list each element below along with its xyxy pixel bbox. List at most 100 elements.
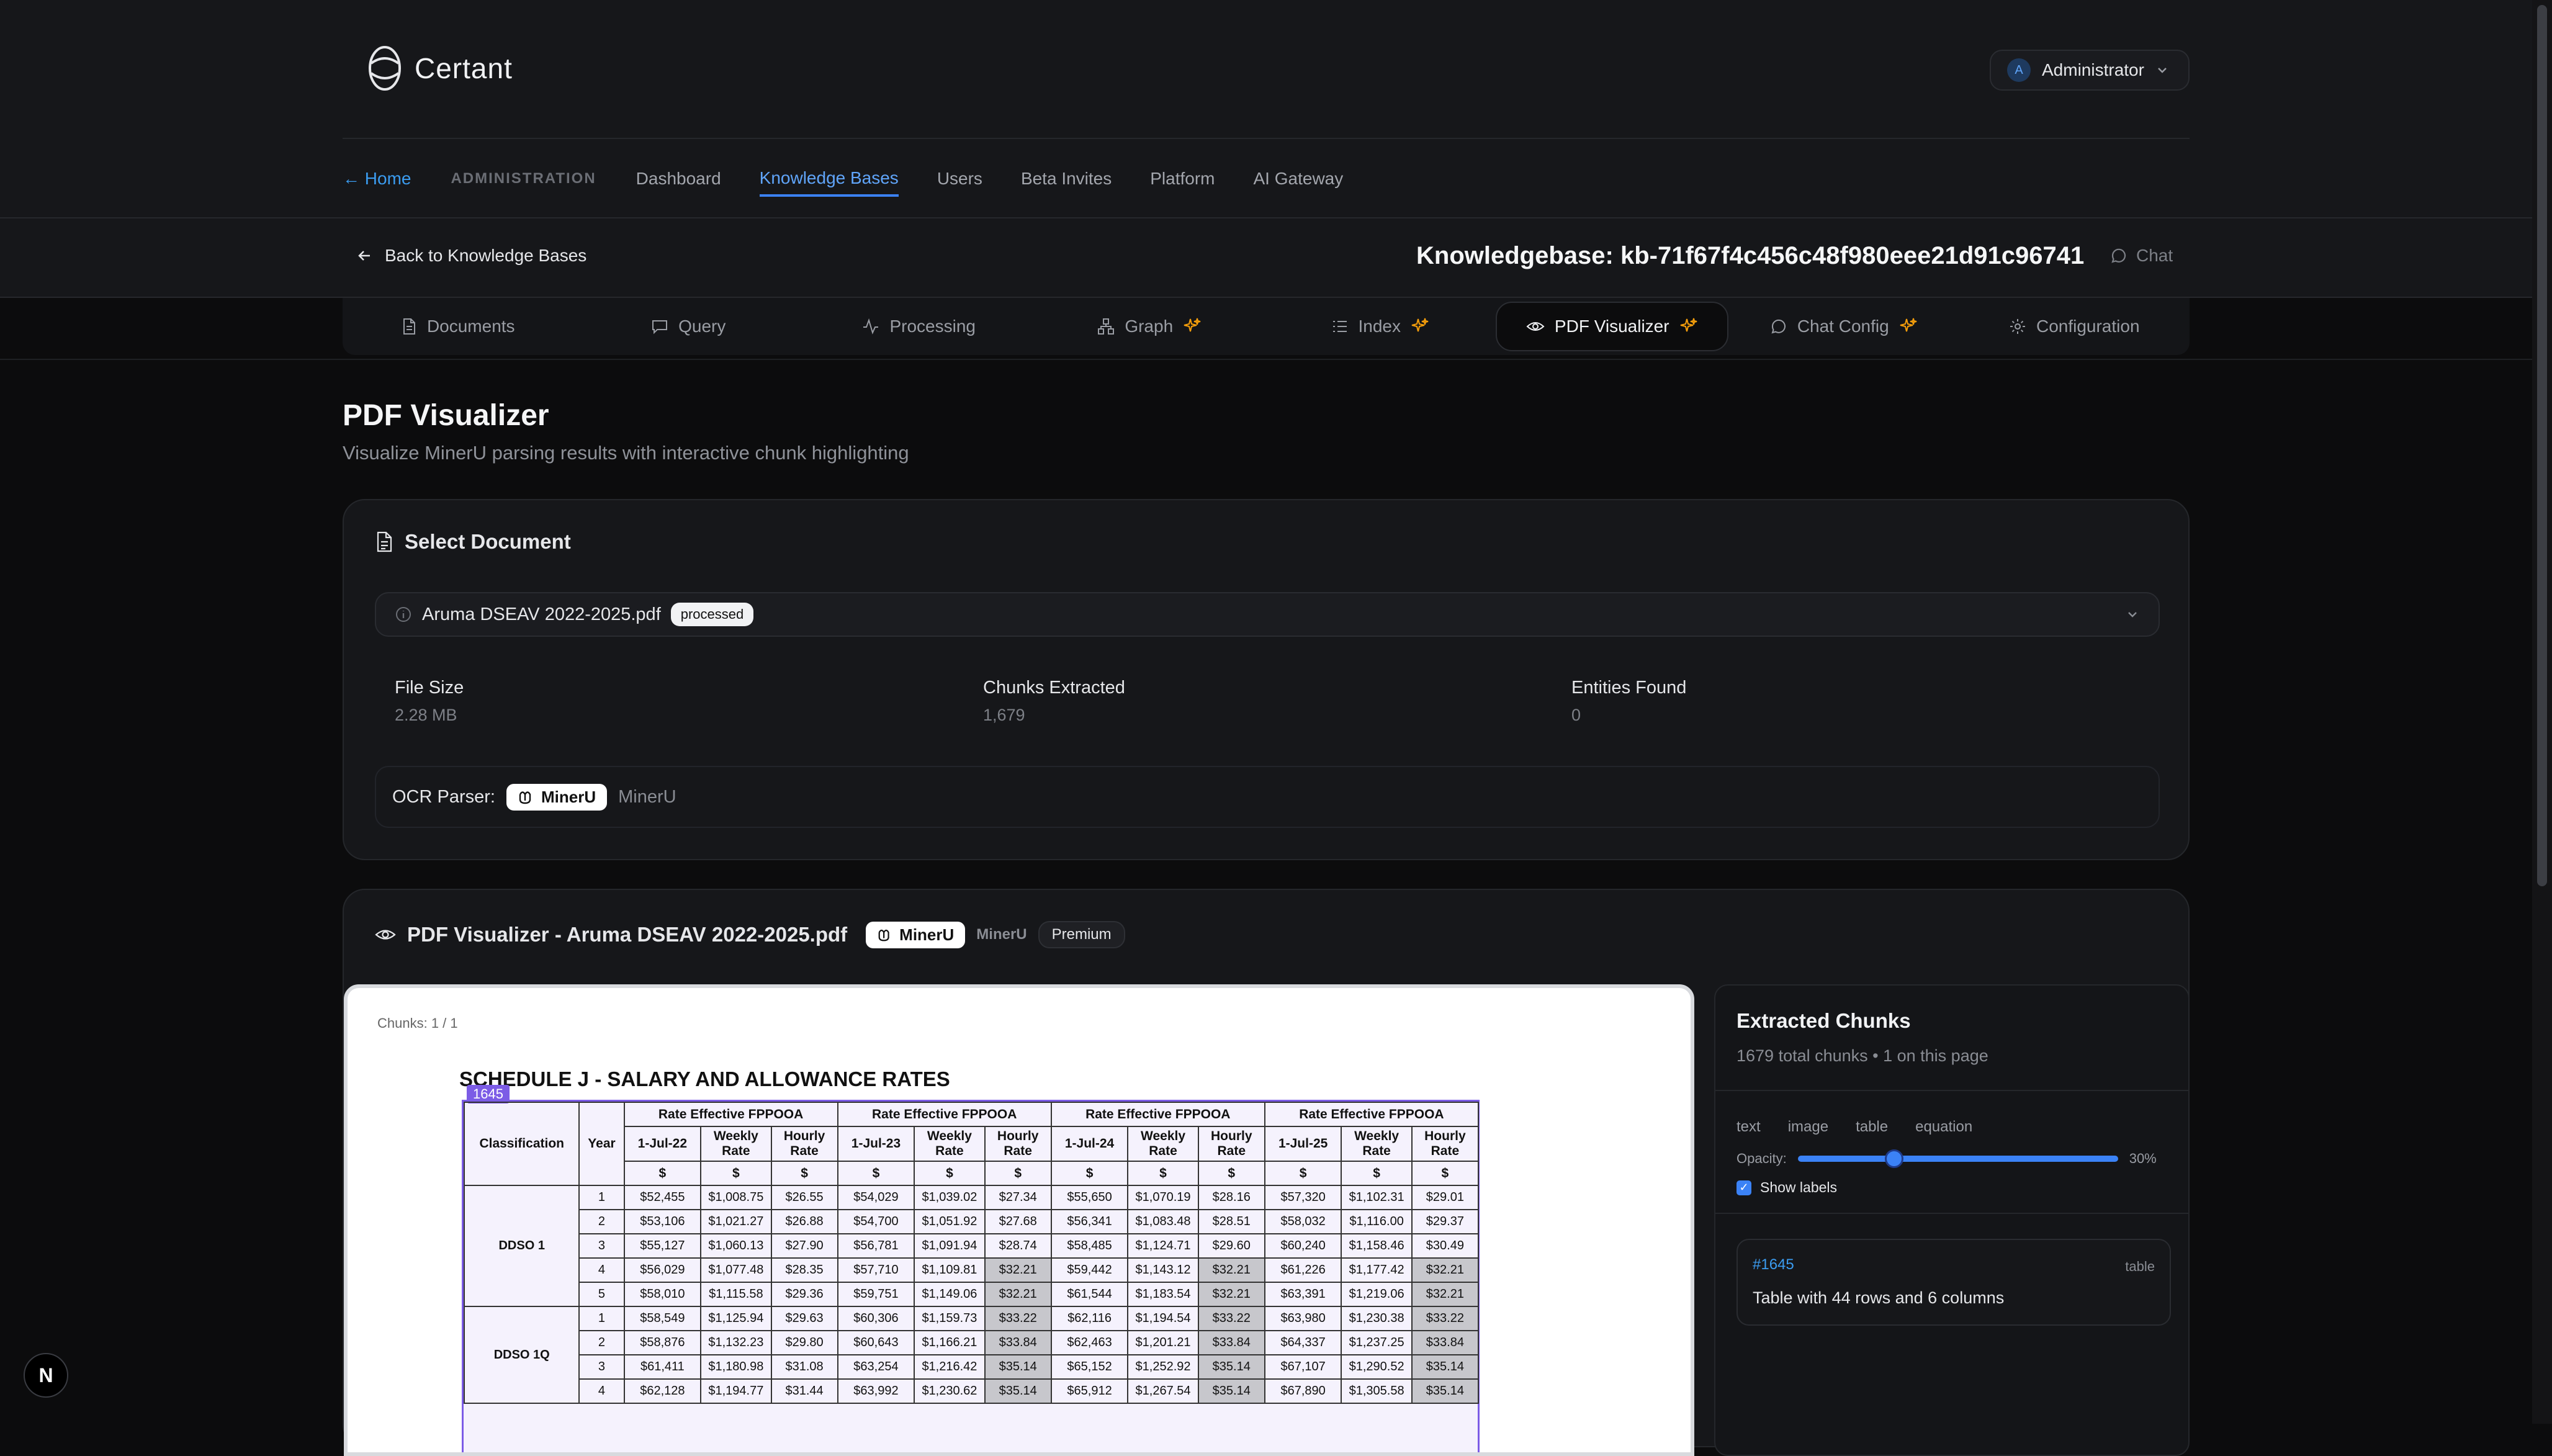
rate-cell: $26.88 [770, 1209, 838, 1234]
chunk-list-item[interactable]: #1645 table Table with 44 rows and 6 col… [1737, 1239, 2171, 1326]
gear-icon [2009, 318, 2026, 335]
filter-equation[interactable]: equation [1915, 1118, 1972, 1136]
rate-cell: $33.22 [1197, 1306, 1265, 1331]
tab-chat-config[interactable]: Chat Config [1728, 298, 1959, 355]
header-rate-effective: Rate Effective FPPOOA [837, 1102, 1052, 1127]
rate-cell: $1,132.23 [700, 1330, 772, 1355]
chunk-description: Table with 44 rows and 6 columns [1753, 1288, 2005, 1307]
header-dollar: $ [1197, 1161, 1265, 1186]
parser-name: MinerU [976, 926, 1027, 943]
header-hourly: Hourly Rate [984, 1126, 1052, 1162]
rate-cell: $58,549 [623, 1306, 702, 1331]
rate-cell: $62,128 [623, 1378, 702, 1404]
rate-cell: $1,159.73 [914, 1306, 986, 1331]
mineru-logo-icon [518, 788, 535, 806]
rate-cell: $64,337 [1264, 1330, 1342, 1355]
nav-item-platform[interactable]: Platform [1150, 165, 1215, 192]
nextjs-dev-indicator[interactable]: N [24, 1353, 68, 1398]
ocr-label: OCR Parser: [392, 786, 495, 807]
header-dollar: $ [700, 1161, 772, 1186]
header-period: 1-Jul-22 [623, 1126, 702, 1162]
chevron-down-icon [2125, 607, 2140, 622]
back-link-label: Back to Knowledge Bases [385, 246, 587, 265]
tab-documents[interactable]: Documents [343, 298, 573, 355]
sparkles-icon [1411, 317, 1429, 336]
rate-cell: $1,109.81 [914, 1257, 986, 1283]
chunk-id[interactable]: #1645 [1753, 1256, 1794, 1274]
tab-pdf-visualizer[interactable]: PDF Visualizer [1495, 302, 1728, 351]
rate-cell: $1,116.00 [1341, 1209, 1413, 1234]
year-cell: 1 [578, 1185, 625, 1210]
tab-index[interactable]: Index [1265, 298, 1496, 355]
opacity-slider[interactable] [1797, 1149, 2118, 1168]
chunk-highlight-box[interactable]: Classification Year Rate Effective FPPOO… [462, 1100, 1480, 1452]
checkbox[interactable]: ✓ [1737, 1180, 1751, 1195]
header-dollar: $ [1127, 1161, 1199, 1186]
tab-label: Configuration [2036, 317, 2140, 336]
nav-item-beta-invites[interactable]: Beta Invites [1021, 165, 1112, 192]
kb-title: Knowledgebase: kb-71f67f4c456c48f980eee2… [1416, 242, 2085, 269]
filter-table[interactable]: table [1856, 1118, 1888, 1136]
sparkles-icon [1183, 317, 1202, 336]
scrollbar[interactable] [2532, 0, 2552, 1424]
rate-cell: $55,650 [1050, 1185, 1129, 1210]
stat-file-size: File Size 2.28 MB [395, 678, 464, 725]
rate-cell: $1,219.06 [1341, 1282, 1413, 1307]
rate-cell: $1,183.54 [1127, 1282, 1199, 1307]
rate-cell: $29.36 [770, 1282, 838, 1307]
document-select[interactable]: Aruma DSEAV 2022-2025.pdf processed [375, 592, 2160, 637]
tab-label: Chat Config [1797, 317, 1889, 336]
tab-label: Query [678, 317, 726, 336]
nav-home-link[interactable]: ← Home [343, 165, 411, 192]
tab-configuration[interactable]: Configuration [1959, 298, 2190, 355]
tab-processing[interactable]: Processing [804, 298, 1035, 355]
rate-cell: $52,455 [623, 1185, 702, 1210]
year-cell: 1 [578, 1306, 625, 1331]
premium-badge: Premium [1038, 921, 1125, 948]
certant-logo-icon [367, 45, 402, 92]
rate-cell: $53,106 [623, 1209, 702, 1234]
logo[interactable]: Certant [367, 45, 513, 92]
rate-cell: $59,751 [837, 1282, 915, 1307]
graph-icon [1097, 318, 1115, 335]
nav-item-dashboard[interactable]: Dashboard [636, 165, 721, 192]
user-menu-button[interactable]: A Administrator [1990, 50, 2190, 91]
year-cell: 2 [578, 1330, 625, 1355]
show-labels-toggle[interactable]: ✓ Show labels [1737, 1179, 1837, 1196]
opacity-value: 30% [2129, 1151, 2157, 1166]
back-to-knowledge-bases-link[interactable]: Back to Knowledge Bases [356, 246, 586, 266]
rate-cell: $1,149.06 [914, 1282, 986, 1307]
scrollbar-thumb[interactable] [2537, 5, 2547, 886]
rate-cell: $1,305.58 [1341, 1378, 1413, 1404]
rate-cell: $56,781 [837, 1233, 915, 1259]
tab-graph[interactable]: Graph [1035, 298, 1265, 355]
select-document-card: Select Document Aruma DSEAV 2022-2025.pd… [343, 499, 2190, 860]
chunk-type: table [2125, 1259, 2155, 1274]
opacity-slider-thumb[interactable] [1884, 1149, 1903, 1168]
rate-cell: $61,411 [623, 1354, 702, 1380]
show-labels-text: Show labels [1760, 1179, 1838, 1195]
rate-cell: $1,051.92 [914, 1209, 986, 1234]
rate-cell: $35.14 [1197, 1378, 1265, 1404]
nav-item-users[interactable]: Users [937, 165, 982, 192]
nav-item-ai-gateway[interactable]: AI Gateway [1254, 165, 1344, 192]
filter-image[interactable]: image [1788, 1118, 1828, 1136]
tab-query[interactable]: Query [573, 298, 804, 355]
rate-cell: $1,252.92 [1127, 1354, 1199, 1380]
stat-entities-found: Entities Found 0 [1571, 678, 1686, 725]
stat-value: 1,679 [983, 706, 1025, 724]
rate-cell: $27.68 [984, 1209, 1052, 1234]
rate-cell: $1,267.54 [1127, 1378, 1199, 1404]
visualizer-heading: PDF Visualizer - Aruma DSEAV 2022-2025.p… [375, 921, 1125, 948]
filter-text[interactable]: text [1737, 1118, 1761, 1136]
rate-cell: $35.14 [1197, 1354, 1265, 1380]
table-row: DDSO 1Q 1 $58,549 $1,125.94 $29.63 $60,306 $1,… [463, 1306, 1480, 1404]
header-dollar: $ [837, 1161, 915, 1186]
rate-cell: $58,032 [1264, 1209, 1342, 1234]
rate-cell: $1,201.21 [1127, 1330, 1199, 1355]
nav-item-knowledge-bases[interactable]: Knowledge Bases [759, 164, 899, 197]
rate-cell: $31.08 [770, 1354, 838, 1380]
pdf-page-viewer[interactable]: Chunks: 1 / 1 SCHEDULE J - SALARY AND AL… [344, 984, 1694, 1456]
header-hourly: Hourly Rate [1411, 1126, 1480, 1162]
chat-button[interactable]: Chat [2110, 246, 2173, 266]
